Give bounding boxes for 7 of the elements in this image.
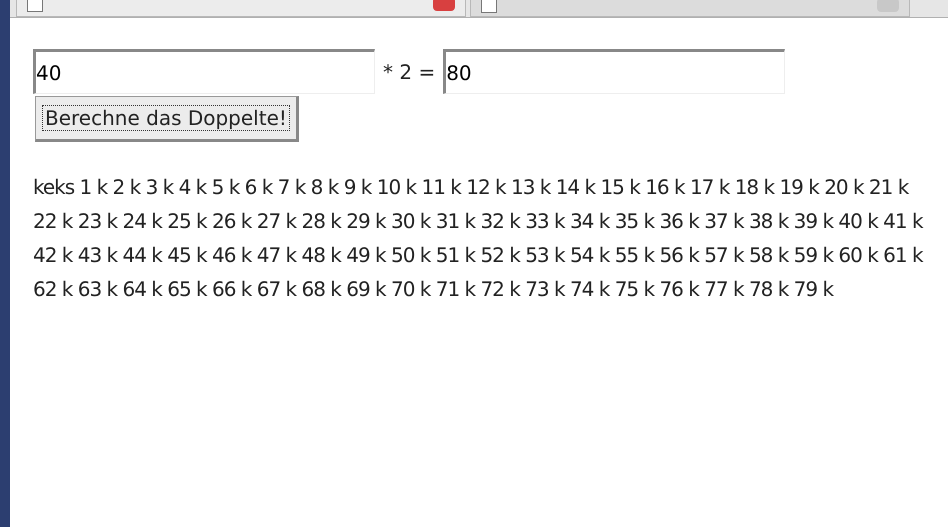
result-field[interactable]: 80 xyxy=(443,49,786,94)
page-icon xyxy=(27,0,43,12)
browser-tab[interactable] xyxy=(470,0,910,17)
operator-label: * 2 = xyxy=(383,58,436,86)
output-text: keks 1 k 2 k 3 k 4 k 5 k 6 k 7 k 8 k 9 k 10 k 11 k 12 k 13 k 14 k 15 k 16 k 17 k 18 k 19 k 20 k 21 k 22 k 23 k 24 k 25 k 26 k 27 k 28 k 29 k 30 k 31 k 32 k 33 k 34 k 35 k 36 k 37 k 38 k 39 k 40 k 41 k 42 k 43 k 44 k 45 k 46 k 47 k 48 k 49 k 50 k 51 k 52 k 53 k 54 k 55 k 56 k 57 k 58 k 59 k 60 k 61 k 62 k 63 k 64 k 65 k 66 k 67 k 68 k 69 k 70 k 71 k 72 k 73 k 74 k 75 k 76 k 77 k 78 k 79 k xyxy=(33,174,924,303)
calculate-button[interactable]: Berechne das Doppelte! xyxy=(35,96,299,142)
page-icon xyxy=(481,0,497,13)
